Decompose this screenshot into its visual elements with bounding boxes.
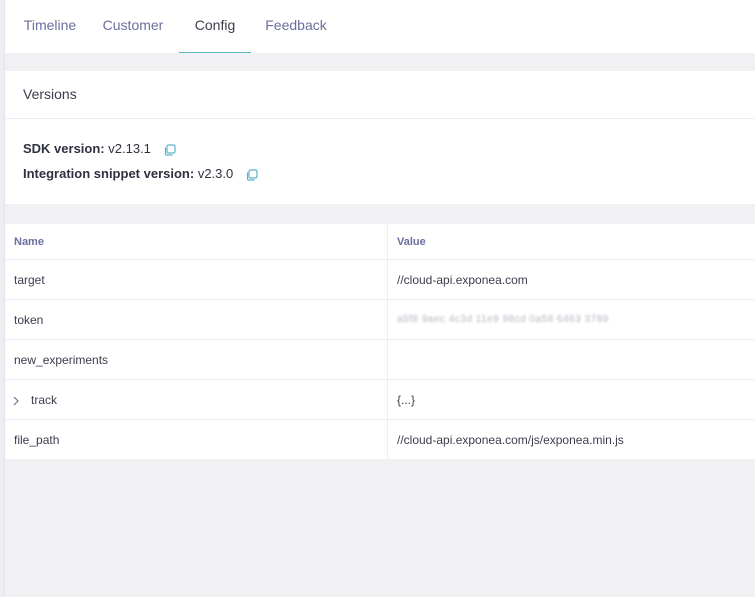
row-name: track [31,392,58,407]
row-value: //cloud-api.exponea.com/js/exponea.min.j… [387,420,755,459]
table-row: file_path //cloud-api.exponea.com/js/exp… [5,420,755,459]
tab-customer[interactable]: Customer [98,0,168,53]
column-header-value: Value [387,224,755,259]
chevron-right-icon[interactable] [12,395,20,405]
sdk-version-label: SDK version: [23,141,105,156]
versions-card: Versions SDK version: v2.13.1 Integratio… [5,71,755,204]
copy-icon[interactable] [245,168,259,182]
copy-icon[interactable] [163,143,177,157]
row-name: new_experiments [14,352,109,367]
tab-bar: Timeline Customer Config Feedback [5,0,755,53]
table-row-expandable[interactable]: track {...} [5,380,755,420]
row-name-cell: track [5,380,57,419]
row-name: file_path [14,432,60,447]
snippet-version-value: v2.3.0 [197,166,234,181]
versions-header: Versions [5,71,755,119]
token-value: a5f8 9aec 4c3d 11e9 98cd 0a58 6463 3789 [397,314,609,325]
row-name: token [14,312,44,327]
tab-timeline[interactable]: Timeline [11,0,89,53]
snippet-version-line: Integration snippet version: v2.3.0 [23,166,259,182]
sdk-version-line: SDK version: v2.13.1 [23,141,177,157]
table-row: token a5f8 9aec 4c3d 11e9 98cd 0a58 6463… [5,300,755,340]
column-header-name: Name [14,235,44,248]
row-name: target [14,272,45,287]
table-header-row: Name Value [5,224,755,260]
tab-config[interactable]: Config [179,0,251,53]
sdk-version-value: v2.13.1 [108,141,151,156]
snippet-version-label: Integration snippet version: [23,166,195,181]
row-value [387,340,755,379]
row-value-redacted: a5f8 9aec 4c3d 11e9 98cd 0a58 6463 3789 [387,300,755,339]
table-row: new_experiments [5,340,755,380]
row-value: //cloud-api.exponea.com [387,260,755,299]
tab-feedback[interactable]: Feedback [261,0,331,53]
row-value: {...} [387,380,755,419]
table-row: target //cloud-api.exponea.com [5,260,755,300]
config-table: Name Value target //cloud-api.exponea.co… [5,224,755,459]
